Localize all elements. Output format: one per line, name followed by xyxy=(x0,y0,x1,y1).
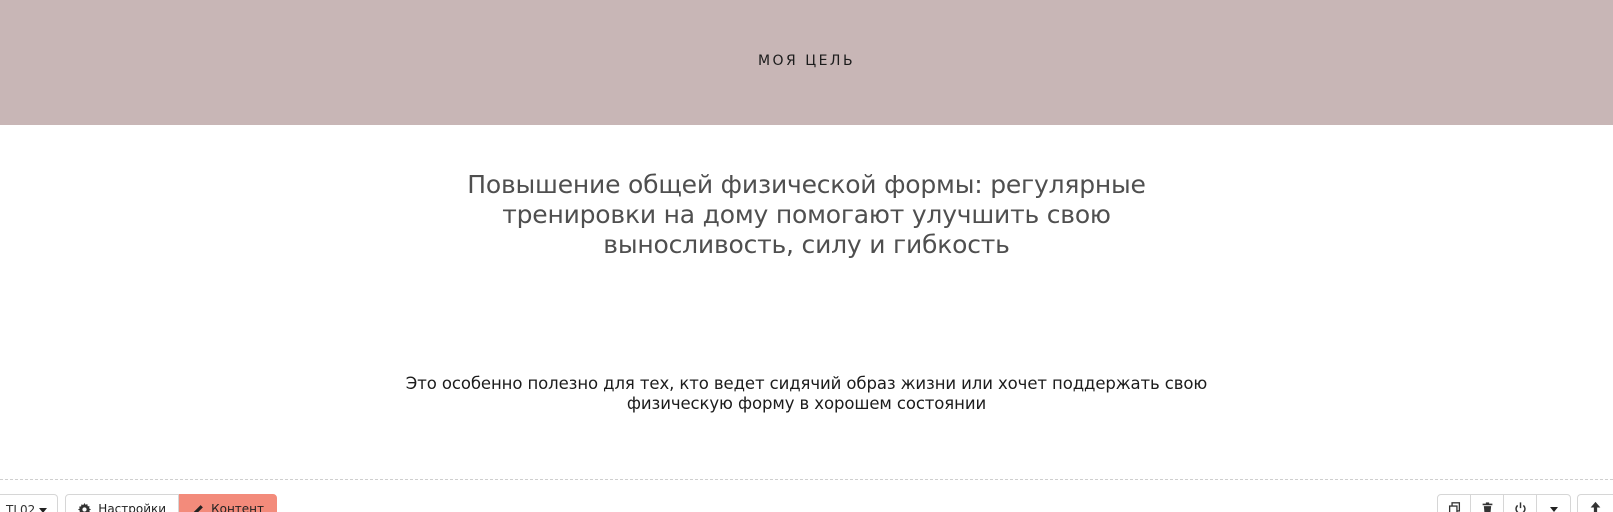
caret-down-icon xyxy=(39,508,48,512)
block-toolbar-left: TL02 Настройки Контент xyxy=(0,494,277,512)
trash-icon xyxy=(1482,502,1492,512)
body-paragraph: Это особенно полезно для тех, кто ведет … xyxy=(405,374,1208,413)
block-id-dropdown[interactable]: TL02 xyxy=(0,494,59,512)
block-actions-group xyxy=(1437,494,1571,512)
content-label: Контент xyxy=(211,502,264,512)
delete-button[interactable] xyxy=(1471,495,1504,512)
more-actions-button[interactable] xyxy=(1537,495,1570,512)
settings-button[interactable]: Настройки xyxy=(65,494,180,512)
block-id-label: TL02 xyxy=(6,503,36,512)
page: МОЯ ЦЕЛЬ Повышение общей физической форм… xyxy=(0,0,1613,512)
power-icon xyxy=(1514,502,1526,512)
content-button[interactable]: Контент xyxy=(179,494,277,512)
block-toolbar-right xyxy=(1437,494,1613,512)
block-separator xyxy=(0,479,1613,480)
page-headline: Повышение общей физической формы: регуля… xyxy=(467,170,1146,259)
chevron-down-icon xyxy=(1549,507,1558,512)
banner-title: МОЯ ЦЕЛЬ xyxy=(757,52,856,69)
block-edit-buttons: Настройки Контент xyxy=(65,494,277,512)
toggle-visibility-button[interactable] xyxy=(1504,495,1537,512)
settings-label: Настройки xyxy=(98,502,167,512)
duplicate-button[interactable] xyxy=(1438,495,1471,512)
pencil-icon xyxy=(193,505,203,512)
arrow-up-icon xyxy=(1590,501,1601,512)
header-banner: МОЯ ЦЕЛЬ xyxy=(0,0,1613,125)
gear-icon xyxy=(78,503,92,512)
move-up-button[interactable] xyxy=(1577,494,1613,512)
copy-icon xyxy=(1448,502,1460,512)
